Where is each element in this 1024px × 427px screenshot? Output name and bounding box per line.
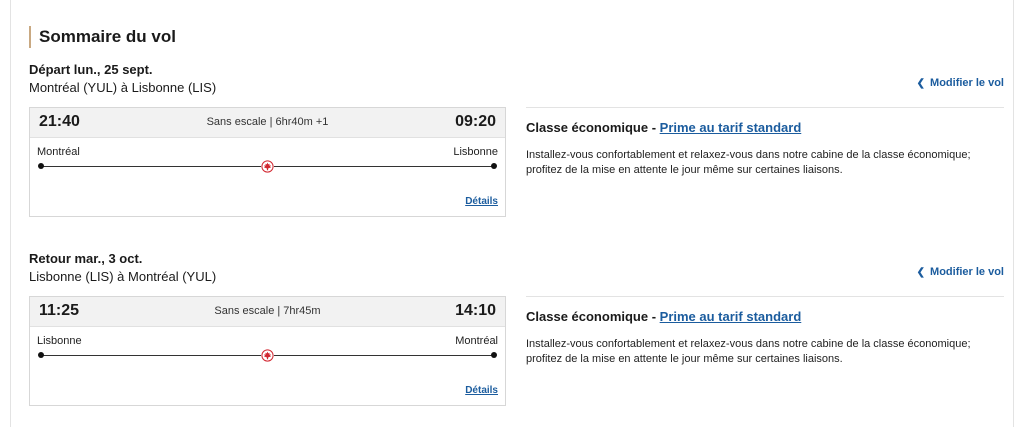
modify-flight-label: Modifier le vol <box>930 77 1004 89</box>
cabin-heading: Classe économique - Prime au tarif stand… <box>526 309 1004 325</box>
segment-date-label: Retour mar., 3 oct. <box>29 251 143 266</box>
fare-type-link[interactable]: Prime au tarif standard <box>660 309 802 324</box>
departure-city: Montréal <box>37 146 80 158</box>
flight-card: 21:40 Sans escale | 6hr40m +1 09:20 Mont… <box>29 107 506 217</box>
stop-duration-info: Sans escale | 6hr40m +1 <box>206 116 329 128</box>
arrival-time: 14:10 <box>455 302 496 319</box>
cabin-info: Classe économique - Prime au tarif stand… <box>526 296 1004 367</box>
right-border <box>1013 0 1014 427</box>
flight-card: 11:25 Sans escale | 7hr45m 14:10 Lisbonn… <box>29 296 506 406</box>
segment-route: Montréal (YUL) à Lisbonne (LIS) <box>29 80 217 95</box>
modify-flight-link[interactable]: ❮ Modifier le vol <box>917 266 1004 278</box>
details-link[interactable]: Détails <box>465 196 498 207</box>
origin-dot <box>38 352 44 358</box>
maple-leaf-icon <box>261 349 274 362</box>
details-link[interactable]: Détails <box>465 385 498 396</box>
segment-date-label: Départ lun., 25 sept. <box>29 62 153 77</box>
flight-card-header: 21:40 Sans escale | 6hr40m +1 09:20 <box>30 108 505 138</box>
fare-type-link[interactable]: Prime au tarif standard <box>660 120 802 135</box>
stop-duration-info: Sans escale | 7hr45m <box>214 305 321 317</box>
divider <box>526 296 1004 297</box>
left-border <box>10 0 11 427</box>
cabin-description: Installez-vous confortablement et relaxe… <box>526 338 971 365</box>
modify-flight-label: Modifier le vol <box>930 266 1004 278</box>
arrival-city: Montréal <box>455 335 498 347</box>
destination-dot <box>491 163 497 169</box>
chevron-left-icon: ❮ <box>916 267 926 278</box>
destination-dot <box>491 352 497 358</box>
modify-flight-link[interactable]: ❮ Modifier le vol <box>917 77 1004 89</box>
arrival-city: Lisbonne <box>453 146 498 158</box>
cabin-class: Classe économique - <box>526 120 660 135</box>
divider <box>526 107 1004 108</box>
maple-leaf-icon <box>261 160 274 173</box>
flight-segment-return: Retour mar., 3 oct. Lisbonne (LIS) à Mon… <box>29 251 1005 421</box>
cabin-description: Installez-vous confortablement et relaxe… <box>526 149 971 176</box>
flight-segment-outbound: Départ lun., 25 sept. Montréal (YUL) à L… <box>29 62 1005 232</box>
cabin-class: Classe économique - <box>526 309 660 324</box>
flight-card-header: 11:25 Sans escale | 7hr45m 14:10 <box>30 297 505 327</box>
segment-header: Départ lun., 25 sept. Montréal (YUL) à L… <box>29 62 216 96</box>
cabin-heading: Classe économique - Prime au tarif stand… <box>526 120 1004 136</box>
page-title: Sommaire du vol <box>29 26 176 48</box>
origin-dot <box>38 163 44 169</box>
segment-route: Lisbonne (LIS) à Montréal (YUL) <box>29 269 217 284</box>
arrival-time: 09:20 <box>455 113 496 130</box>
segment-header: Retour mar., 3 oct. Lisbonne (LIS) à Mon… <box>29 251 216 285</box>
departure-city: Lisbonne <box>37 335 82 347</box>
chevron-left-icon: ❮ <box>916 78 926 89</box>
cabin-info: Classe économique - Prime au tarif stand… <box>526 107 1004 178</box>
